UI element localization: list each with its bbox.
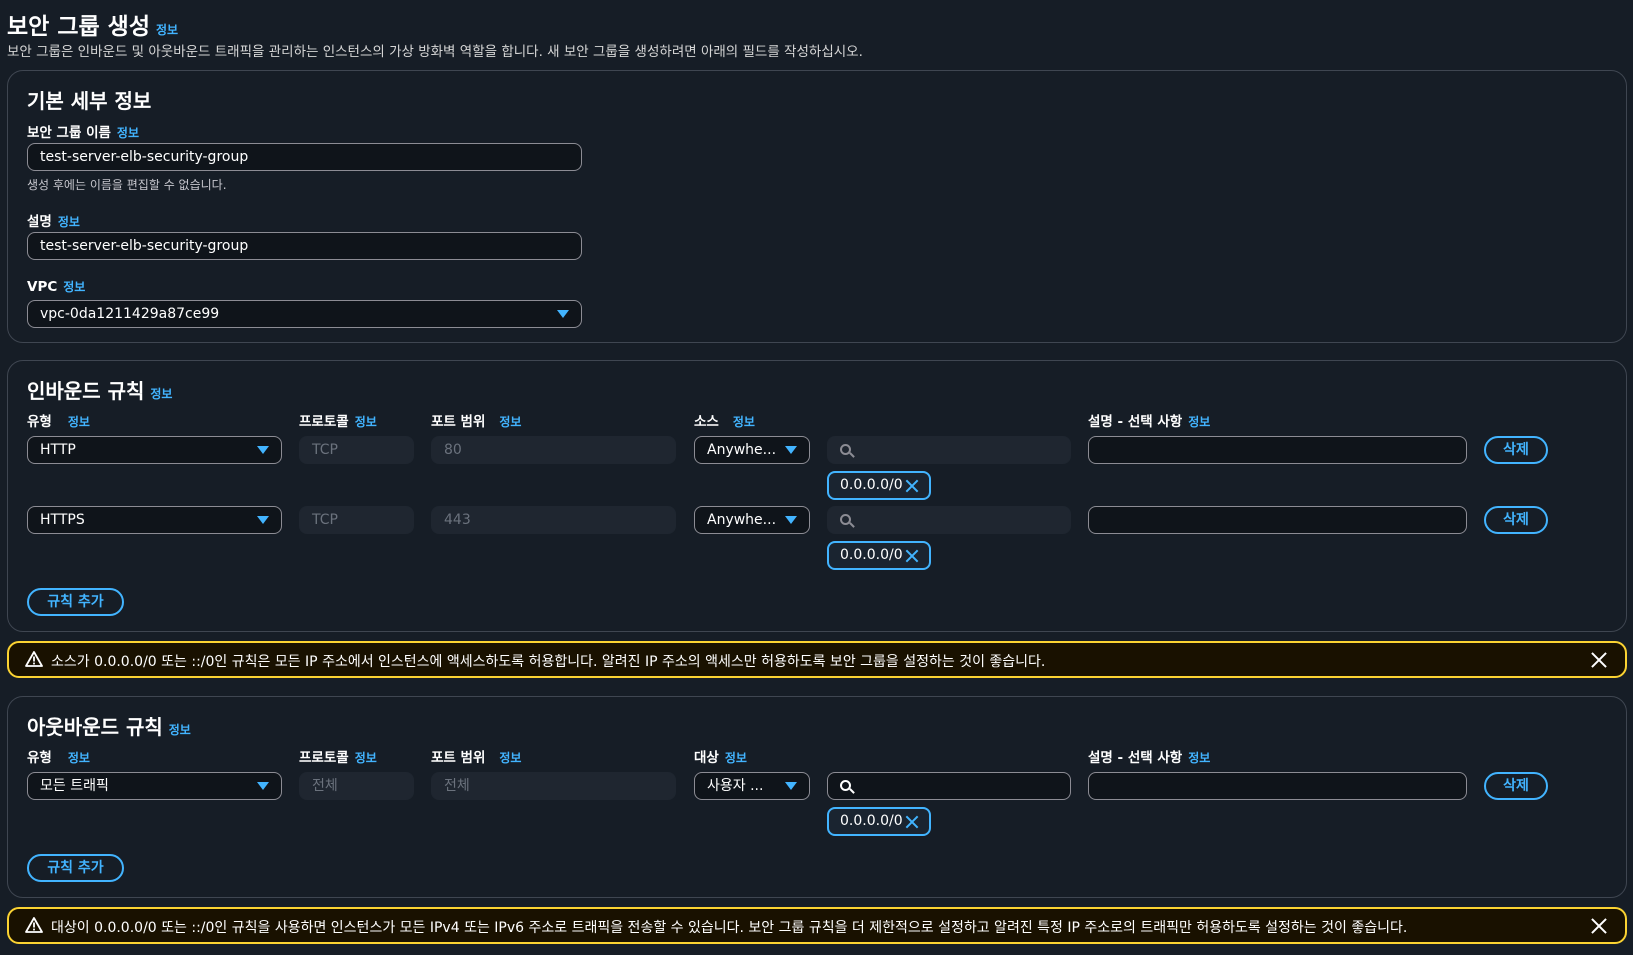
outbound-dest-info-link[interactable]: 정보	[725, 751, 747, 765]
search-icon	[840, 780, 851, 791]
caret-down-icon	[557, 310, 569, 318]
basic-details-title: 기본 세부 정보	[27, 89, 152, 113]
inbound-warning-message: 소스가 0.0.0.0/0 또는 ::/0인 규칙은 모든 IP 주소에서 인스…	[51, 654, 1046, 670]
caret-down-icon	[257, 516, 269, 524]
inbound-warning-alert: 소스가 0.0.0.0/0 또는 ::/0인 규칙은 모든 IP 주소에서 인스…	[7, 641, 1627, 678]
inbound-rule-1-delete-button[interactable]: 삭제	[1484, 436, 1548, 464]
inbound-rule-2-type-select[interactable]: HTTPS	[27, 506, 282, 534]
inbound-port-info-link[interactable]: 정보	[499, 415, 521, 429]
inbound-source-info-link[interactable]: 정보	[733, 415, 755, 429]
vpc-select[interactable]: vpc-0da1211429a87ce99	[27, 300, 582, 328]
page-title: 보안 그룹 생성 정보	[7, 14, 179, 40]
sg-name-label: 보안 그룹 이름 정보	[27, 125, 140, 141]
cidr-token-label: 0.0.0.0/0	[840, 813, 903, 829]
outbound-info-link[interactable]: 정보	[169, 723, 191, 737]
outbound-rule-1-cidr-token: 0.0.0.0/0	[827, 807, 931, 836]
inbound-rule-1-source-value: Anywhe...	[707, 442, 777, 458]
outbound-rule-1-destination-value: 사용자 ...	[707, 778, 764, 794]
outbound-rule-1-delete-button[interactable]: 삭제	[1484, 772, 1548, 800]
outbound-rule-1-type-select[interactable]: 모든 트래픽	[27, 772, 282, 800]
remove-token-icon[interactable]	[905, 479, 919, 493]
inbound-rule-1-port: 80	[431, 436, 676, 464]
outbound-rule-1-port: 전체	[431, 772, 676, 800]
outbound-col-type: 유형 정보	[27, 750, 90, 766]
caret-down-icon	[257, 446, 269, 454]
inbound-rule-2-description-input[interactable]	[1088, 506, 1467, 534]
remove-token-icon[interactable]	[905, 549, 919, 563]
close-icon[interactable]	[1591, 918, 1607, 934]
inbound-rule-2-port: 443	[431, 506, 676, 534]
inbound-rule-2-cidr-search[interactable]	[827, 506, 1071, 534]
outbound-col-protocol: 프로토콜 정보	[299, 750, 377, 766]
search-icon	[840, 514, 851, 525]
inbound-col-description: 설명 - 선택 사항 정보	[1088, 414, 1211, 430]
outbound-rule-1-type-value: 모든 트래픽	[40, 778, 109, 794]
vpc-info-link[interactable]: 정보	[63, 280, 85, 294]
inbound-rule-1-cidr-search[interactable]	[827, 436, 1071, 464]
remove-token-icon[interactable]	[905, 815, 919, 829]
inbound-rule-2-cidr-token: 0.0.0.0/0	[827, 541, 931, 570]
warning-icon	[25, 917, 43, 933]
outbound-rule-1-description-input[interactable]	[1088, 772, 1467, 800]
sg-name-hint: 생성 후에는 이름을 편집할 수 없습니다.	[27, 178, 227, 192]
cidr-token-label: 0.0.0.0/0	[840, 477, 903, 493]
inbound-rule-1-protocol: TCP	[299, 436, 414, 464]
inbound-rule-2-type-value: HTTPS	[40, 512, 85, 528]
vpc-select-value: vpc-0da1211429a87ce99	[40, 306, 220, 322]
inbound-rule-1-source-select[interactable]: Anywhe...	[694, 436, 810, 464]
page-description: 보안 그룹은 인바운드 및 아웃바운드 트래픽을 관리하는 인스턴스의 가상 방…	[7, 44, 863, 60]
inbound-type-info-link[interactable]: 정보	[68, 415, 90, 429]
vpc-label: VPC 정보	[27, 279, 86, 295]
inbound-rules-title: 인바운드 규칙 정보	[27, 379, 173, 403]
cidr-token-label: 0.0.0.0/0	[840, 547, 903, 563]
close-icon[interactable]	[1591, 652, 1607, 668]
inbound-info-link[interactable]: 정보	[150, 387, 172, 401]
inbound-rule-2-protocol: TCP	[299, 506, 414, 534]
inbound-add-rule-button[interactable]: 규칙 추가	[27, 588, 124, 616]
inbound-rules-panel	[7, 360, 1627, 632]
outbound-rules-title: 아웃바운드 규칙 정보	[27, 715, 191, 739]
outbound-rule-1-destination-select[interactable]: 사용자 ...	[694, 772, 810, 800]
outbound-desc-info-link[interactable]: 정보	[1188, 751, 1210, 765]
description-label: 설명 정보	[27, 214, 80, 230]
outbound-col-port: 포트 범위 정보	[431, 750, 522, 766]
inbound-col-protocol: 프로토콜 정보	[299, 414, 377, 430]
caret-down-icon	[785, 446, 797, 454]
inbound-protocol-info-link[interactable]: 정보	[355, 415, 377, 429]
inbound-desc-info-link[interactable]: 정보	[1188, 415, 1210, 429]
title-info-link[interactable]: 정보	[156, 23, 178, 37]
inbound-rule-1-description-input[interactable]	[1088, 436, 1467, 464]
outbound-add-rule-button[interactable]: 규칙 추가	[27, 854, 124, 882]
description-info-link[interactable]: 정보	[58, 215, 80, 229]
inbound-rule-1-type-value: HTTP	[40, 442, 76, 458]
outbound-rule-1-cidr-search[interactable]	[827, 772, 1071, 800]
outbound-port-info-link[interactable]: 정보	[499, 751, 521, 765]
outbound-rule-1-protocol: 전체	[299, 772, 414, 800]
inbound-rule-1-cidr-token: 0.0.0.0/0	[827, 471, 931, 500]
sg-name-input[interactable]: test-server-elb-security-group	[27, 143, 582, 171]
description-input[interactable]: test-server-elb-security-group	[27, 232, 582, 260]
sg-name-info-link[interactable]: 정보	[117, 126, 139, 140]
caret-down-icon	[257, 782, 269, 790]
inbound-rule-2-delete-button[interactable]: 삭제	[1484, 506, 1548, 534]
inbound-rule-1-type-select[interactable]: HTTP	[27, 436, 282, 464]
outbound-protocol-info-link[interactable]: 정보	[355, 751, 377, 765]
outbound-col-destination: 대상 정보	[694, 750, 747, 766]
inbound-col-port: 포트 범위 정보	[431, 414, 522, 430]
outbound-col-description: 설명 - 선택 사항 정보	[1088, 750, 1211, 766]
inbound-col-source: 소스 정보	[694, 414, 755, 430]
outbound-warning-alert: 대상이 0.0.0.0/0 또는 ::/0인 규칙을 사용하면 인스턴스가 모든…	[7, 907, 1627, 944]
caret-down-icon	[785, 782, 797, 790]
inbound-rule-2-source-value: Anywhe...	[707, 512, 777, 528]
caret-down-icon	[785, 516, 797, 524]
outbound-type-info-link[interactable]: 정보	[68, 751, 90, 765]
inbound-rule-2-source-select[interactable]: Anywhe...	[694, 506, 810, 534]
warning-icon	[25, 651, 43, 667]
inbound-col-type: 유형 정보	[27, 414, 90, 430]
outbound-warning-message: 대상이 0.0.0.0/0 또는 ::/0인 규칙을 사용하면 인스턴스가 모든…	[51, 920, 1408, 936]
search-icon	[840, 444, 851, 455]
